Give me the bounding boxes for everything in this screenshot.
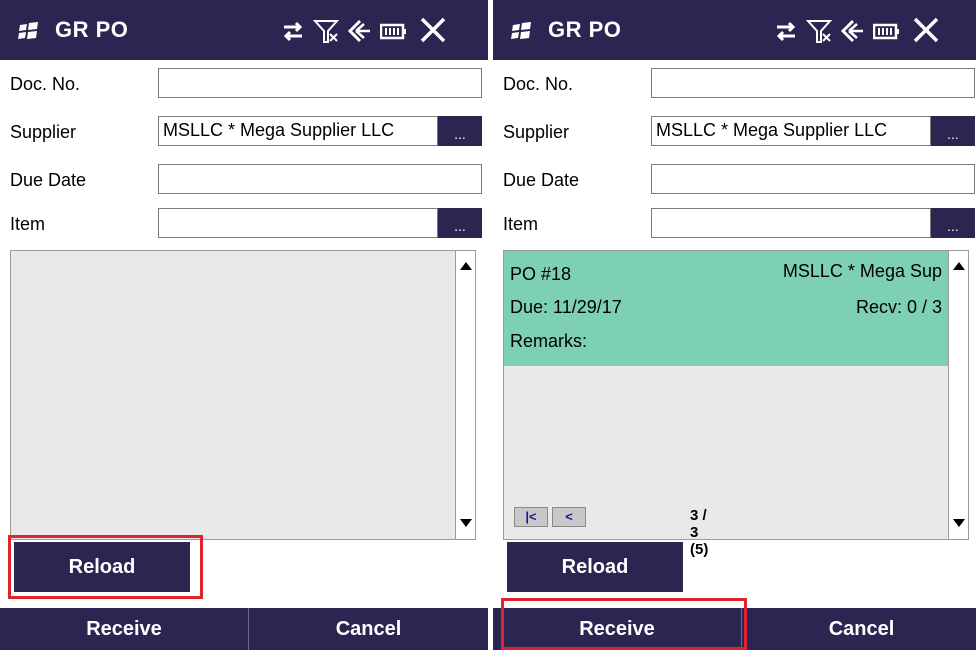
item-browse-button[interactable]: ...: [438, 208, 482, 238]
scroll-down-arrow-icon[interactable]: [953, 519, 965, 527]
battery-icon: [380, 23, 406, 40]
receive-highlight: [501, 598, 747, 650]
title-bar: GR PO: [0, 0, 488, 60]
scrollbar-thumb[interactable]: [458, 281, 472, 493]
po-list[interactable]: [10, 250, 476, 540]
supplier-label: Supplier: [503, 122, 570, 142]
volume-muted-icon: [347, 19, 370, 43]
reload-button[interactable]: Reload: [507, 542, 683, 592]
item-label: Item: [503, 214, 539, 234]
po-remarks: Remarks:: [510, 331, 588, 351]
cancel-button[interactable]: Cancel: [249, 608, 488, 650]
item-input[interactable]: [651, 208, 931, 238]
po-list[interactable]: PO #18 MSLLC * Mega Sup Due: 11/29/17 Re…: [503, 250, 969, 558]
po-record-card[interactable]: PO #18 MSLLC * Mega Sup Due: 11/29/17 Re…: [504, 251, 948, 366]
page-status: 3 / 3 (5): [690, 507, 709, 558]
windows-logo-icon[interactable]: [511, 22, 533, 40]
due-date-label: Due Date: [10, 170, 87, 190]
cancel-button[interactable]: Cancel: [742, 608, 976, 650]
left-screen: GR PO Doc. No. Supplier MSLLC * Mega Sup…: [0, 0, 488, 650]
supplier-label: Supplier: [10, 122, 77, 142]
vertical-scrollbar[interactable]: [948, 251, 968, 539]
no-signal-icon: [313, 20, 339, 43]
doc-no-label: Doc. No.: [503, 74, 574, 94]
sync-arrows-icon: [776, 21, 796, 42]
due-date-input[interactable]: [651, 164, 975, 194]
item-browse-button[interactable]: ...: [931, 208, 975, 238]
supplier-browse-button[interactable]: ...: [438, 116, 482, 146]
vertical-scrollbar[interactable]: [455, 251, 475, 539]
supplier-input[interactable]: MSLLC * Mega Supplier LLC: [651, 116, 931, 146]
supplier-browse-button[interactable]: ...: [931, 116, 975, 146]
reload-highlight: [8, 535, 203, 599]
doc-no-input[interactable]: [158, 68, 482, 98]
close-icon[interactable]: [418, 15, 448, 45]
po-received-count: Recv: 0 / 3: [855, 297, 942, 317]
app-title: GR PO: [55, 17, 129, 42]
windows-logo-icon[interactable]: [18, 22, 40, 40]
right-screen: GR PO Doc. No. Supplier MSLLC * Mega Sup…: [493, 0, 976, 650]
battery-icon: [873, 23, 899, 40]
no-signal-icon: [806, 20, 832, 43]
po-due-date: Due: 11/29/17: [510, 297, 622, 317]
po-number: PO #18: [510, 264, 572, 284]
supplier-input[interactable]: MSLLC * Mega Supplier LLC: [158, 116, 438, 146]
po-supplier: MSLLC * Mega Sup: [782, 261, 942, 281]
first-page-button[interactable]: |<: [514, 507, 548, 527]
scroll-down-arrow-icon[interactable]: [460, 519, 472, 527]
bottom-action-bar: Receive Cancel: [0, 608, 488, 650]
item-label: Item: [10, 214, 46, 234]
due-date-input[interactable]: [158, 164, 482, 194]
close-icon[interactable]: [911, 15, 941, 45]
receive-button[interactable]: Receive: [0, 608, 248, 650]
doc-no-label: Doc. No.: [10, 74, 81, 94]
title-bar: GR PO: [493, 0, 976, 60]
sync-arrows-icon: [283, 21, 303, 42]
due-date-label: Due Date: [503, 170, 580, 190]
doc-no-input[interactable]: [651, 68, 975, 98]
app-title: GR PO: [548, 17, 622, 42]
volume-muted-icon: [840, 19, 863, 43]
item-input[interactable]: [158, 208, 438, 238]
scroll-up-arrow-icon[interactable]: [460, 262, 472, 270]
prev-page-button[interactable]: <: [552, 507, 586, 527]
scroll-up-arrow-icon[interactable]: [953, 262, 965, 270]
